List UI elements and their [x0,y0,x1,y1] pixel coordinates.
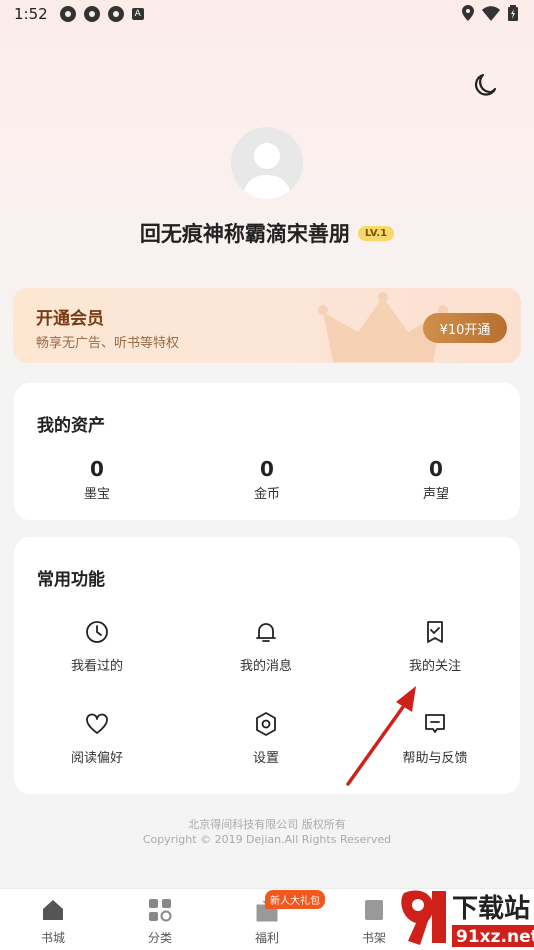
app-notification-icon [59,6,76,22]
asset-value: 0 [429,457,443,481]
footer-company: 北京得间科技有限公司 版权所有 [188,818,346,831]
bell-icon [256,623,276,642]
home-icon [43,900,63,920]
asset-label: 声望 [422,487,449,502]
a-notification-icon: A [131,8,144,20]
tab-bookstore[interactable]: 书城 [13,897,93,946]
status-time: 1:52 [14,5,48,23]
tab-label: 书城 [40,931,65,945]
bookmark-check-icon [427,621,443,643]
assets-title: 我的资产 [37,416,105,436]
vip-title: 开通会员 [36,309,104,329]
fn-follows[interactable]: 我的关注 [370,619,500,674]
fn-history[interactable]: 我看过的 [32,619,162,674]
fn-reading-preference[interactable]: 阅读偏好 [32,711,162,766]
grid-icon [149,899,172,922]
level-badge: LV.1 [357,225,395,241]
tab-category[interactable]: 分类 [120,897,200,946]
functions-title: 常用功能 [37,570,105,590]
asset-value: 0 [260,457,274,481]
functions-card: 常用功能 我看过的 我的消息 我的关注 阅读偏好 设置 帮助与反馈 [14,537,520,794]
gear-icon [256,712,276,736]
asset-item-mobao[interactable]: 0 墨宝 [37,457,157,502]
night-mode-icon[interactable] [472,70,500,98]
location-icon [462,5,474,21]
fn-label: 阅读偏好 [70,751,123,766]
asset-label: 墨宝 [83,487,110,502]
username[interactable]: 回无痕神称霸滴宋善朋 [140,218,350,248]
svg-text:下载站: 下载站 [452,894,530,924]
fn-label: 我的关注 [408,659,461,674]
heart-icon [86,713,108,734]
annotation-arrow [346,686,416,786]
avatar[interactable] [231,127,303,199]
clock-icon [86,621,108,643]
fn-label: 设置 [252,751,279,766]
assets-card: 我的资产 0 墨宝 0 金币 0 声望 [14,383,520,520]
asset-item-reputation[interactable]: 0 声望 [376,457,496,502]
fn-label: 我看过的 [70,659,123,674]
app-notification-icon [107,6,124,22]
vip-banner[interactable]: 开通会员 畅享无广告、听书等特权 ¥10开通 [13,288,521,363]
user-avatar-icon [243,143,291,199]
app-notification-icon [83,6,100,22]
wifi-icon [482,5,500,21]
site-watermark-logo: 下载站 91xz.net [401,890,534,947]
vip-open-button[interactable]: ¥10开通 [423,313,507,343]
status-bar: 1:52 A [0,0,534,28]
asset-value: 0 [90,457,104,481]
footer-copyright: Copyright © 2019 Dejian.All Rights Reser… [142,833,392,846]
tab-label: 分类 [147,931,172,945]
vip-subtitle: 畅享无广告、听书等特权 [36,336,180,351]
fn-label: 我的消息 [239,659,292,674]
fn-messages[interactable]: 我的消息 [201,619,331,674]
tab-label: 福利 [254,931,279,945]
fn-settings[interactable]: 设置 [201,711,331,766]
battery-icon [508,5,518,21]
bookshelf-icon [365,900,383,920]
svg-text:91xz.net: 91xz.net [456,927,534,947]
gift-badge: 新人大礼包 [265,890,325,909]
asset-label: 金币 [253,487,280,502]
asset-item-coins[interactable]: 0 金币 [207,457,327,502]
user-info: 回无痕神称霸滴宋善朋 LV.1 [0,218,534,248]
